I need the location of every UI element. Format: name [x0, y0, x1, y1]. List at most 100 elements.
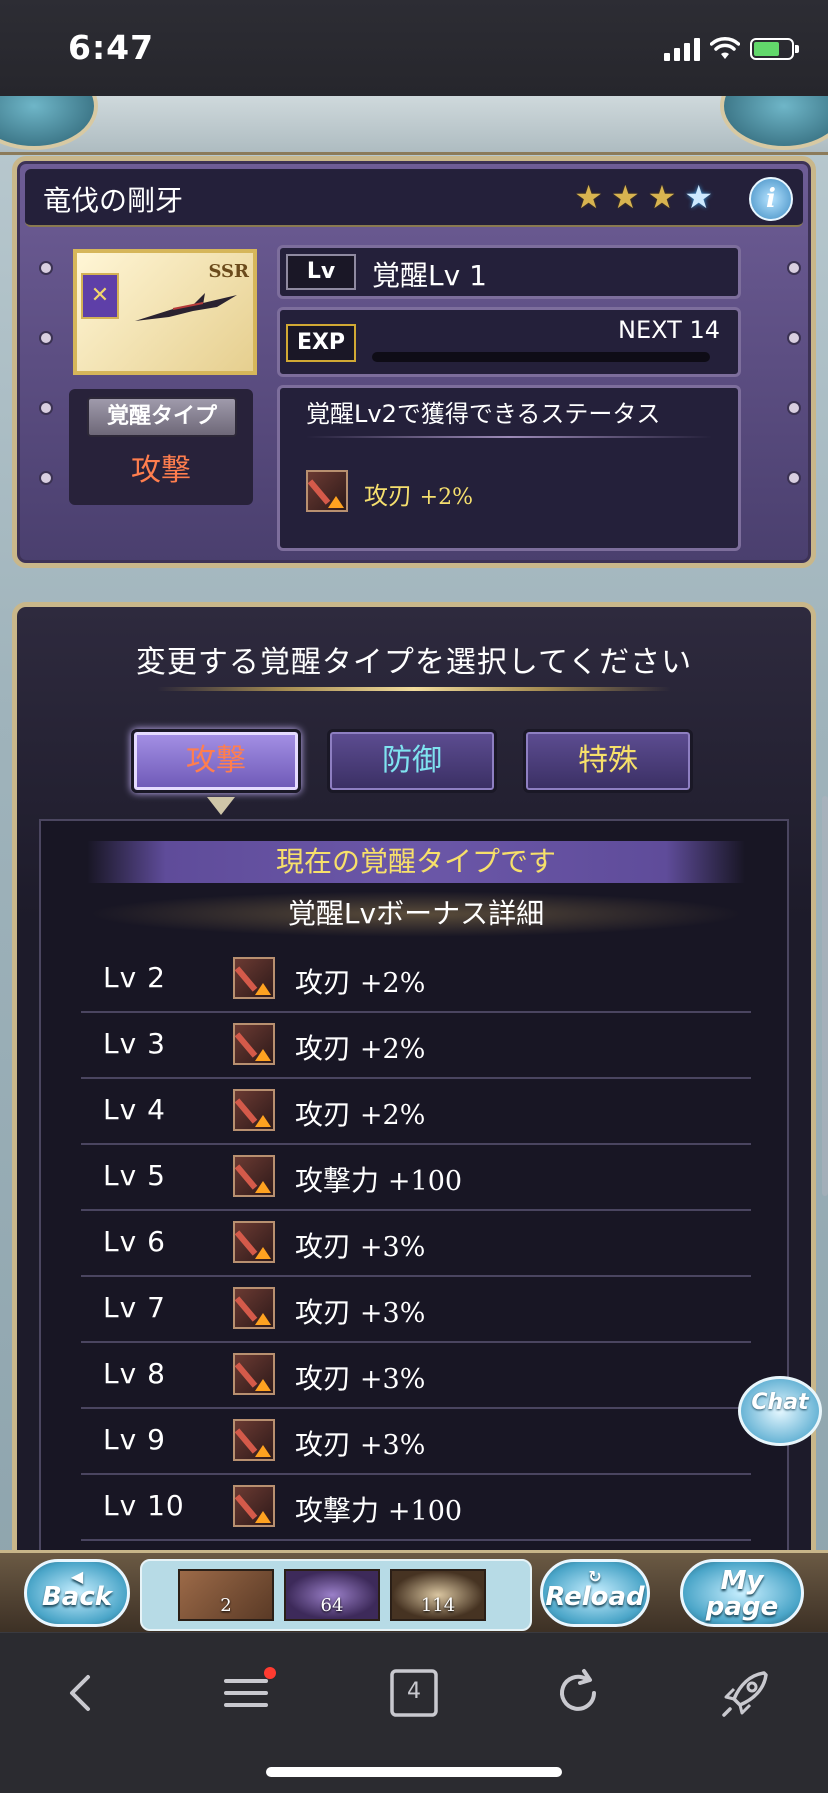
back-button[interactable]: ◀ Back: [24, 1559, 130, 1627]
selected-tab-pointer-icon: [207, 797, 235, 815]
attack-up-icon: [233, 1485, 275, 1527]
bonus-detail-title: 覚醒Lvボーナス詳細: [87, 891, 745, 937]
awaken-type-selector-panel: 変更する覚醒タイプを選択してください 攻撃 防御 特殊 現在の覚醒タイプです 覚…: [12, 602, 816, 1632]
rivet: [787, 401, 801, 415]
weapon-image: ✕ SSR: [73, 249, 257, 375]
reload-label: Reload: [545, 1582, 645, 1612]
attack-up-icon: [233, 1353, 275, 1395]
bonus-row: Lv 5 攻撃力 +100: [81, 1145, 751, 1211]
wifi-icon: [710, 37, 740, 59]
bonus-level: Lv 7: [103, 1291, 166, 1324]
weapon-info-panel: 竜伐の剛牙 ★ ★ ★ ★ i ✕ SSR 覚醒タイプ 攻撃 Lv 覚醒Lv 1…: [12, 156, 816, 568]
home-indicator: [266, 1767, 562, 1777]
bonus-stat: 攻撃力 +100: [295, 1164, 463, 1197]
browser-menu-button[interactable]: [218, 1663, 278, 1723]
tab-special[interactable]: 特殊: [523, 729, 693, 793]
bonus-stat: 攻撃力 +100: [295, 1494, 463, 1527]
awaken-type-box: 覚醒タイプ 攻撃: [69, 389, 253, 505]
browser-tabs-button[interactable]: 4: [384, 1663, 444, 1723]
status-bar: 6:47: [0, 0, 828, 96]
chevron-left-icon: [70, 1675, 90, 1711]
rivet: [787, 471, 801, 485]
star-filled-icon: ★: [574, 178, 603, 216]
tab-count: 4: [407, 1679, 421, 1704]
tab-defense[interactable]: 防御: [327, 729, 497, 793]
bonus-level: Lv 5: [103, 1159, 166, 1192]
bonus-level: Lv 10: [103, 1489, 185, 1522]
attack-up-icon: [233, 1089, 275, 1131]
weapon-type-icon: ✕: [81, 273, 119, 319]
tab-attack[interactable]: 攻撃: [131, 729, 301, 793]
divider: [306, 436, 712, 438]
rivet: [787, 261, 801, 275]
mypage-button[interactable]: My page: [680, 1559, 804, 1627]
chat-button[interactable]: Chat: [738, 1376, 822, 1446]
next-status-name: 攻刃: [364, 482, 412, 510]
info-button[interactable]: i: [749, 177, 793, 221]
mypage-label-line2: page: [705, 1592, 779, 1622]
exp-next-text: NEXT 14: [618, 316, 720, 344]
star-filled-icon: ★: [647, 178, 677, 216]
browser-toolbar: 4: [0, 1632, 828, 1793]
game-view: 竜伐の剛牙 ★ ★ ★ ★ i ✕ SSR 覚醒タイプ 攻撃 Lv 覚醒Lv 1…: [0, 96, 828, 1632]
mypage-label-line1: My: [720, 1566, 764, 1596]
title-ornament: [157, 687, 671, 691]
awaken-level-text: 覚醒Lv 1: [372, 259, 487, 292]
scrollbar[interactable]: [822, 796, 828, 1196]
bonus-list: Lv 2 攻刃 +2% Lv 3 攻刃 +2% Lv 4 攻刃 +2% Lv 5 攻撃力…: [81, 947, 751, 1541]
bonus-level: Lv 4: [103, 1093, 166, 1126]
rivet: [39, 261, 53, 275]
browser-rocket-button[interactable]: [716, 1663, 776, 1723]
next-status-amount: +2%: [419, 485, 473, 510]
weapon-title-bar: 竜伐の剛牙 ★ ★ ★ ★ i: [25, 169, 803, 227]
bonus-stat: 攻刃 +2%: [295, 1032, 426, 1065]
bonus-level: Lv 8: [103, 1357, 166, 1390]
rivet: [39, 331, 53, 345]
uncap-stars: ★ ★ ★ ★: [574, 181, 713, 213]
next-status-value: 攻刃 +2%: [364, 476, 473, 511]
weapon-name: 竜伐の剛牙: [43, 184, 184, 217]
awaken-type-value: 攻撃: [131, 453, 191, 488]
bonus-level: Lv 9: [103, 1423, 166, 1456]
star-filled-icon: ★: [610, 178, 640, 216]
item-slot-crystal[interactable]: 64: [284, 1569, 380, 1621]
reload-button[interactable]: ↻ Reload: [540, 1559, 650, 1627]
rivet: [39, 401, 53, 415]
browser-reload-button[interactable]: [548, 1663, 608, 1723]
battery-icon: [750, 38, 799, 60]
next-status-title: 覚醒Lv2で獲得できるステータス: [306, 400, 661, 428]
bonus-row: Lv 10 攻撃力 +100: [81, 1475, 751, 1541]
awaken-level-row: Lv 覚醒Lv 1: [277, 245, 741, 299]
bonus-stat: 攻刃 +3%: [295, 1362, 426, 1395]
rivet: [39, 471, 53, 485]
attack-up-icon: [233, 1023, 275, 1065]
rarity-badge: SSR: [208, 261, 249, 282]
exp-tag: EXP: [286, 324, 356, 362]
bonus-stat: 攻刃 +3%: [295, 1230, 426, 1263]
bonus-row: Lv 9 攻刃 +3%: [81, 1409, 751, 1475]
item-shortcuts: 2 64 114: [140, 1559, 532, 1631]
cellular-signal-icon: [664, 37, 700, 61]
attack-up-icon: [233, 1221, 275, 1263]
bonus-row: Lv 4 攻刃 +2%: [81, 1079, 751, 1145]
bonus-row: Lv 7 攻刃 +3%: [81, 1277, 751, 1343]
top-left-orb-icon: [0, 96, 98, 150]
bonus-detail-box: 現在の覚醒タイプです 覚醒Lvボーナス詳細 Lv 2 攻刃 +2% Lv 3 攻刃 …: [39, 819, 789, 1632]
item-slot-berry[interactable]: 114: [390, 1569, 486, 1621]
status-time: 6:47: [68, 28, 155, 67]
weapon-blade-icon: [135, 293, 237, 321]
bonus-stat: 攻刃 +3%: [295, 1428, 426, 1461]
item-slot-elixir[interactable]: 2: [178, 1569, 274, 1621]
bonus-row: Lv 3 攻刃 +2%: [81, 1013, 751, 1079]
bonus-row: Lv 8 攻刃 +3%: [81, 1343, 751, 1409]
status-icons: [664, 34, 799, 64]
browser-back-button[interactable]: [52, 1663, 112, 1723]
bonus-level: Lv 2: [103, 961, 166, 994]
selector-title: 変更する覚醒タイプを選択してください: [135, 645, 693, 680]
bonus-level: Lv 3: [103, 1027, 166, 1060]
menu-icon: [224, 1667, 276, 1707]
attack-up-icon: [233, 1287, 275, 1329]
bonus-stat: 攻刃 +2%: [295, 1098, 426, 1131]
rocket-icon: [722, 1671, 768, 1717]
star-blue-icon: ★: [684, 178, 713, 216]
